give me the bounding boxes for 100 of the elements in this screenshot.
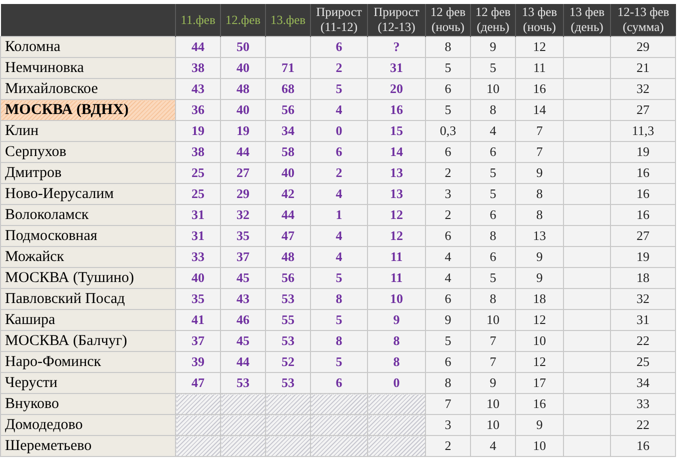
table-cell: 17 xyxy=(516,372,564,394)
table-cell: 34 xyxy=(266,120,310,142)
table-cell: 53 xyxy=(266,372,310,394)
table-cell: 4 xyxy=(310,184,368,204)
table-cell: 38 xyxy=(176,142,220,162)
table-cell: 2 xyxy=(310,58,368,78)
table-cell: 0,3 xyxy=(426,120,470,142)
table-cell: 7 xyxy=(426,394,470,414)
table-cell: 7 xyxy=(516,142,564,162)
table-cell: 37 xyxy=(220,246,266,268)
table-cell: 9 xyxy=(516,414,564,436)
table-cell: 13 xyxy=(368,162,426,184)
table-cell: 19 xyxy=(610,246,676,268)
table-cell: 9 xyxy=(516,162,564,184)
table-cell: 42 xyxy=(266,184,310,204)
hatched-cell xyxy=(266,436,310,456)
table-cell: 27 xyxy=(220,162,266,184)
table-cell: 16 xyxy=(610,204,676,226)
table-cell: 31 xyxy=(368,58,426,78)
column-header: 13 фев (ночь) xyxy=(516,4,564,36)
table-cell: 32 xyxy=(610,288,676,310)
table-cell: 27 xyxy=(610,100,676,120)
hatched-cell xyxy=(220,394,266,414)
table-cell: 33 xyxy=(610,394,676,414)
station-name: Серпухов xyxy=(0,142,176,162)
table-cell: 2 xyxy=(310,162,368,184)
table-cell: 22 xyxy=(610,330,676,352)
table-cell: 13 xyxy=(516,226,564,246)
table-cell: 8 xyxy=(516,184,564,204)
table-cell: 13 xyxy=(368,184,426,204)
station-name: Наро-Фоминск xyxy=(0,352,176,372)
table-cell: 43 xyxy=(176,78,220,100)
table-cell: 3 xyxy=(426,414,470,436)
table-cell: 9 xyxy=(470,36,516,58)
table-cell: 6 xyxy=(426,288,470,310)
table-cell: 6 xyxy=(310,372,368,394)
table-cell: 8 xyxy=(470,288,516,310)
station-name: Ново-Иерусалим xyxy=(0,184,176,204)
table-cell: 16 xyxy=(516,78,564,100)
hatched-cell xyxy=(368,394,426,414)
hatched-cell xyxy=(220,414,266,436)
station-name: Внуково xyxy=(0,394,176,414)
table-cell: 10 xyxy=(368,288,426,310)
table-cell: 68 xyxy=(266,78,310,100)
table-cell: 9 xyxy=(426,310,470,330)
station-name: Дмитров xyxy=(0,162,176,184)
table-cell: 9 xyxy=(516,246,564,268)
table-cell: 32 xyxy=(610,78,676,100)
table-cell: 36 xyxy=(176,100,220,120)
hatched-cell xyxy=(368,436,426,456)
hatched-cell xyxy=(266,394,310,414)
table-cell: 2 xyxy=(426,204,470,226)
table-cell: 5 xyxy=(310,78,368,100)
table-cell: 0 xyxy=(368,372,426,394)
table-cell: 53 xyxy=(266,288,310,310)
table-cell: 18 xyxy=(610,268,676,288)
table-cell: 53 xyxy=(266,330,310,352)
table-cell: ? xyxy=(368,36,426,58)
table-cell: 31 xyxy=(610,310,676,330)
table-cell: 9 xyxy=(368,310,426,330)
hatched-cell xyxy=(176,436,220,456)
table-cell: 8 xyxy=(426,36,470,58)
table-cell: 35 xyxy=(176,288,220,310)
table-cell: 8 xyxy=(368,352,426,372)
table-cell: 12 xyxy=(516,310,564,330)
table-cell: 4 xyxy=(310,226,368,246)
table-cell: 29 xyxy=(220,184,266,204)
column-header: Прирост (12-13) xyxy=(368,4,426,36)
table-cell: 0 xyxy=(310,120,368,142)
table-cell: 5 xyxy=(310,352,368,372)
table-cell: 47 xyxy=(176,372,220,394)
table-cell: 44 xyxy=(176,36,220,58)
table-cell: 46 xyxy=(220,310,266,330)
station-name: Волоколамск xyxy=(0,204,176,226)
table-cell: 56 xyxy=(266,268,310,288)
table-cell: 58 xyxy=(266,142,310,162)
table-cell: 12 xyxy=(368,226,426,246)
table-cell: 4 xyxy=(426,246,470,268)
column-header: 11.фев xyxy=(176,4,220,36)
table-cell: 6 xyxy=(426,142,470,162)
table-cell: 40 xyxy=(220,58,266,78)
table-cell: 41 xyxy=(176,310,220,330)
station-name: Михайловское xyxy=(0,78,176,100)
table-cell: 10 xyxy=(470,78,516,100)
table-cell: 39 xyxy=(176,352,220,372)
table-cell: 11 xyxy=(516,58,564,78)
table-cell: 7 xyxy=(470,330,516,352)
station-name: Павловский Посад xyxy=(0,288,176,310)
table-cell: 40 xyxy=(220,100,266,120)
table-cell: 21 xyxy=(610,58,676,78)
table-cell: 10 xyxy=(470,414,516,436)
station-name: Клин xyxy=(0,120,176,142)
table-cell: 4 xyxy=(470,120,516,142)
table-cell: 45 xyxy=(220,330,266,352)
table-cell: 25 xyxy=(176,162,220,184)
table-cell: 18 xyxy=(516,288,564,310)
table-cell: 9 xyxy=(516,268,564,288)
column-header: 12 фев (день) xyxy=(470,4,516,36)
table-cell: 7 xyxy=(470,352,516,372)
table-cell: 7 xyxy=(516,120,564,142)
